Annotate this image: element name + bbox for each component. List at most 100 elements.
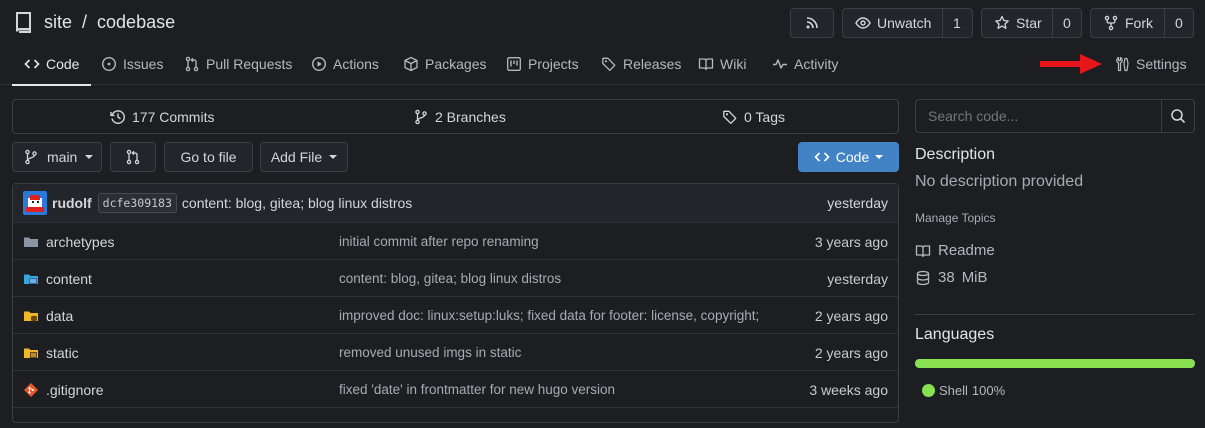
table-row: content content: blog, gitea; blog linux… [13,259,898,297]
eye-icon [855,15,871,31]
add-file-button[interactable]: Add File [260,142,348,172]
fork-label: Fork [1125,15,1153,31]
package-icon [403,56,419,72]
tab-activity[interactable]: Activity [772,44,838,84]
file-entry[interactable]: content [23,260,92,297]
size-unit: MiB [961,269,988,286]
table-row: archetypes initial commit after repo ren… [13,222,898,260]
sidebar-divider [915,314,1195,315]
compare-icon [125,149,141,165]
folder-data-icon [23,308,39,324]
pull-request-icon [184,56,200,72]
repo-size: 38 MiB [915,269,988,286]
caret-down-icon [875,154,884,160]
commit-author[interactable]: rudolf [52,195,92,211]
file-name[interactable]: data [46,308,73,324]
watch-button[interactable]: Unwatch 1 [842,8,973,38]
tab-wiki-label: Wiki [720,56,747,72]
tab-actions-label: Actions [333,56,379,72]
tab-pull-requests[interactable]: Pull Requests [184,44,292,84]
file-commit-message[interactable]: content: blog, gitea; blog linux distros [339,260,561,297]
branch-icon [413,109,429,125]
watch-count[interactable]: 1 [942,9,971,37]
table-row: data improved doc: linux:setup:luks; fix… [13,296,898,334]
repo-stats-bar: 177 Commits 2 Branches 0 Tags [12,99,899,134]
tab-code[interactable]: Code [12,44,92,86]
tags-count: 0 Tags [744,108,785,125]
tools-icon [1114,56,1130,72]
tab-actions[interactable]: Actions [311,44,379,84]
tab-packages-label: Packages [425,56,487,72]
manage-topics-link[interactable]: Manage Topics [915,211,996,225]
file-commit-message[interactable]: removed unused imgs in static [339,334,521,371]
tab-activity-label: Activity [794,56,839,72]
readme-link[interactable]: Readme [915,242,995,259]
star-count[interactable]: 0 [1052,9,1081,37]
commit-sha[interactable]: dcfe309183 [97,193,177,213]
repo-name-link[interactable]: codebase [97,12,175,33]
file-entry[interactable]: archetypes [23,223,114,260]
branches-link[interactable]: 2 Branches [413,100,506,133]
file-name[interactable]: .gitignore [46,382,104,398]
search-input[interactable] [916,100,1161,132]
play-circle-icon [311,56,327,72]
star-icon [994,15,1010,31]
code-icon [814,149,830,165]
unwatch-label: Unwatch [877,15,932,31]
file-commit-message[interactable]: initial commit after repo renaming [339,223,539,260]
tab-wiki[interactable]: Wiki [698,44,746,84]
language-entry[interactable]: Shell 100% [922,383,1005,398]
readme-label: Readme [938,242,995,259]
go-to-file-label: Go to file [180,149,237,165]
book-icon [915,243,931,259]
fork-button[interactable]: Fork 0 [1090,8,1194,38]
table-row: .gitignore fixed 'date' in frontmatter f… [13,370,898,408]
compare-button[interactable] [110,142,156,172]
star-label: Star [1016,15,1042,31]
commits-count: 177 Commits [132,108,215,125]
file-age: 2 years ago [814,307,888,324]
fork-icon [1103,15,1119,31]
tag-icon [722,109,738,125]
language-name: Shell [939,383,968,398]
star-button[interactable]: Star 0 [981,8,1082,38]
file-commit-message[interactable]: improved doc: linux:setup:luks; fixed da… [339,297,759,334]
tab-packages[interactable]: Packages [403,44,486,84]
file-entry[interactable]: .gitignore [23,371,104,408]
file-entry[interactable]: data [23,297,73,334]
file-commit-message[interactable]: fixed 'date' in frontmatter for new hugo… [339,371,615,408]
branch-selector[interactable]: main [12,142,102,172]
avatar[interactable] [23,191,47,215]
file-age: 2 years ago [814,344,888,361]
repo-owner-link[interactable]: site [44,12,72,33]
pulse-icon [772,56,788,72]
repo-separator: / [82,11,88,32]
go-to-file-button[interactable]: Go to file [164,142,253,172]
search-button[interactable] [1161,100,1194,132]
folder-icon [23,234,39,250]
file-entry[interactable]: static [23,334,79,371]
project-icon [506,56,522,72]
description-text: No description provided [915,173,1084,190]
tab-pull-requests-label: Pull Requests [206,56,293,72]
tab-projects[interactable]: Projects [506,44,579,84]
rss-button[interactable] [790,8,834,38]
tab-issues[interactable]: Issues [101,44,163,84]
file-name[interactable]: archetypes [46,234,114,250]
file-name[interactable]: static [46,345,79,361]
language-bar [915,359,1195,368]
tab-settings[interactable]: Settings [1114,44,1187,84]
repo-tabs: Code Issues Pull Requests Actions Packag… [0,44,1205,86]
tab-releases-label: Releases [623,56,682,72]
commit-message[interactable]: content: blog, gitea; blog linux distros [182,195,412,211]
commits-link[interactable]: 177 Commits [110,100,214,133]
tags-link[interactable]: 0 Tags [722,100,785,133]
folder-content-icon [23,271,39,287]
languages-title: Languages [915,326,995,343]
file-name[interactable]: content [46,271,92,287]
code-icon [24,56,40,72]
description-title: Description [915,146,996,163]
code-clone-button[interactable]: Code [798,142,899,172]
fork-count[interactable]: 0 [1164,9,1193,37]
tab-releases[interactable]: Releases [601,44,681,84]
